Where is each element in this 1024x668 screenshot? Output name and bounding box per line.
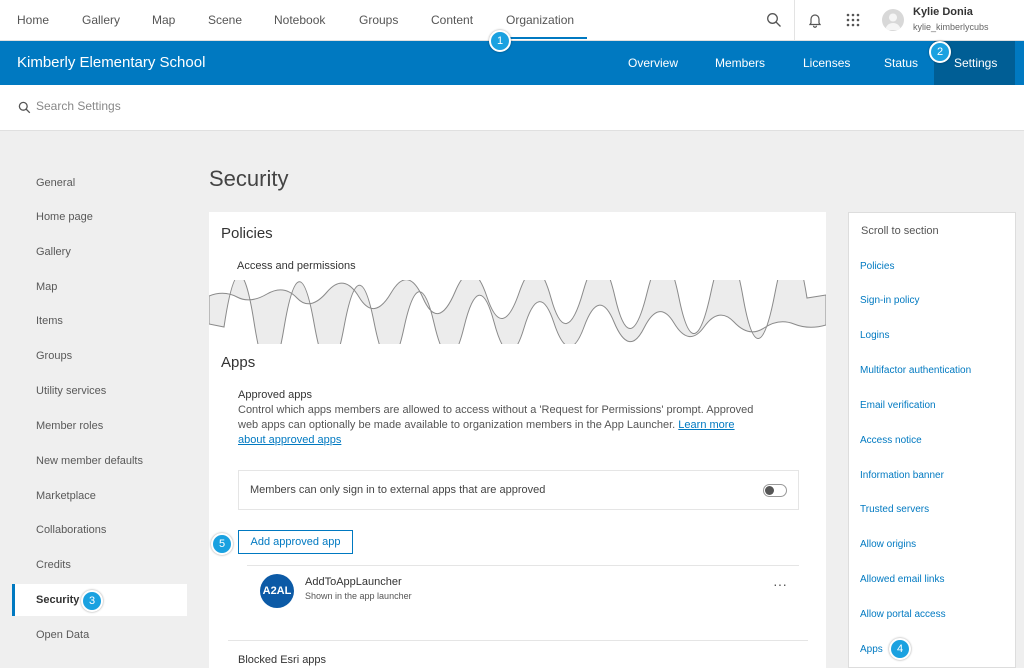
- approved-apps-description-text: Control which apps members are allowed t…: [238, 404, 754, 431]
- tab-overview[interactable]: Overview: [628, 41, 678, 85]
- sidebar-item-groups[interactable]: Groups: [12, 340, 187, 372]
- approved-apps-only-toggle[interactable]: [763, 484, 787, 497]
- scroll-link-allowed-email-links[interactable]: Allowed email links: [860, 574, 944, 585]
- sidebar-item-items[interactable]: Items: [12, 305, 187, 337]
- scroll-link-allow-origins[interactable]: Allow origins: [860, 539, 916, 550]
- callout-badge-2: 2: [929, 41, 951, 63]
- sidebar-item-home-page[interactable]: Home page: [12, 201, 187, 233]
- sidebar-item-marketplace[interactable]: Marketplace: [12, 480, 187, 512]
- callout-badge-3: 3: [81, 590, 103, 612]
- search-settings-icon: [18, 101, 31, 119]
- scroll-link-information-banner[interactable]: Information banner: [860, 470, 944, 481]
- policies-heading: Policies: [221, 225, 273, 242]
- bell-icon[interactable]: [804, 0, 826, 40]
- sidebar-item-map[interactable]: Map: [12, 271, 187, 303]
- more-options-icon[interactable]: ···: [773, 576, 787, 592]
- scroll-link-policies[interactable]: Policies: [860, 261, 894, 272]
- tab-status[interactable]: Status: [884, 41, 918, 85]
- nav-scene[interactable]: Scene: [208, 0, 242, 40]
- scroll-link-trusted-servers[interactable]: Trusted servers: [860, 504, 929, 515]
- tab-licenses[interactable]: Licenses: [803, 41, 850, 85]
- sidebar-item-utility-services[interactable]: Utility services: [12, 375, 187, 407]
- scroll-link-email-verification[interactable]: Email verification: [860, 400, 936, 411]
- scroll-link-multifactor-authentication[interactable]: Multifactor authentication: [860, 365, 971, 376]
- nav-map[interactable]: Map: [152, 0, 175, 40]
- nav-home[interactable]: Home: [17, 0, 49, 40]
- approved-apps-heading: Approved apps: [238, 389, 312, 401]
- sidebar-item-general[interactable]: General: [12, 167, 187, 199]
- sidebar-item-member-roles[interactable]: Member roles: [12, 410, 187, 442]
- top-navigation-bar: Home Gallery Map Scene Notebook Groups C…: [0, 0, 1024, 41]
- security-settings-card: Policies Access and permissions Apps App…: [209, 212, 826, 668]
- sidebar-item-collaborations[interactable]: Collaborations: [12, 514, 187, 546]
- scroll-to-section-heading: Scroll to section: [861, 225, 939, 237]
- app-name: AddToAppLauncher: [305, 576, 402, 588]
- add-approved-app-button[interactable]: Add approved app: [238, 530, 353, 554]
- app-status: Shown in the app launcher: [305, 591, 412, 601]
- approved-apps-only-setting: Members can only sign in to external app…: [238, 470, 799, 510]
- scroll-link-access-notice[interactable]: Access notice: [860, 435, 922, 446]
- torn-edge-divider: [209, 280, 826, 344]
- user-name[interactable]: Kylie Donia: [913, 6, 973, 18]
- organization-title: Kimberly Elementary School: [17, 54, 206, 71]
- organization-header: Kimberly Elementary School Overview Memb…: [0, 41, 1024, 85]
- app-launcher-icon[interactable]: [842, 0, 864, 40]
- app-logo: A2AL: [260, 574, 294, 608]
- scroll-link-sign-in-policy[interactable]: Sign-in policy: [860, 295, 919, 306]
- nav-organization[interactable]: Organization: [506, 0, 574, 40]
- approved-apps-description: Control which apps members are allowed t…: [238, 403, 758, 448]
- search-icon[interactable]: [762, 0, 786, 40]
- callout-badge-1: 1: [489, 30, 511, 52]
- blocked-esri-apps-heading: Blocked Esri apps: [238, 654, 327, 666]
- nav-notebook[interactable]: Notebook: [274, 0, 325, 40]
- page-title: Security: [209, 166, 289, 191]
- callout-badge-5: 5: [211, 533, 233, 555]
- scroll-link-logins[interactable]: Logins: [860, 330, 889, 341]
- sidebar-item-credits[interactable]: Credits: [12, 549, 187, 581]
- apps-heading: Apps: [221, 354, 256, 371]
- tab-members[interactable]: Members: [715, 41, 765, 85]
- callout-badge-4: 4: [889, 638, 911, 660]
- scroll-link-allow-portal-access[interactable]: Allow portal access: [860, 609, 946, 620]
- nav-gallery[interactable]: Gallery: [82, 0, 120, 40]
- toggle-knob: [765, 486, 774, 495]
- access-permissions-heading: Access and permissions: [237, 260, 356, 272]
- nav-content[interactable]: Content: [431, 0, 473, 40]
- nav-separator: [794, 0, 795, 40]
- scroll-to-section-panel: Scroll to section Policies Sign-in polic…: [848, 212, 1016, 668]
- approved-apps-only-label: Members can only sign in to external app…: [250, 484, 546, 496]
- section-divider: [228, 640, 808, 641]
- nav-groups[interactable]: Groups: [359, 0, 398, 40]
- sidebar-item-new-member-defaults[interactable]: New member defaults: [12, 445, 187, 477]
- search-settings-input[interactable]: [36, 99, 336, 113]
- approved-app-row: A2AL AddToAppLauncher Shown in the app l…: [247, 565, 799, 613]
- avatar[interactable]: [882, 9, 904, 31]
- sidebar-item-open-data[interactable]: Open Data: [12, 619, 187, 651]
- settings-search-bar: [0, 85, 1024, 131]
- user-username[interactable]: kylie_kimberlycubs: [913, 22, 989, 32]
- sidebar-item-gallery[interactable]: Gallery: [12, 236, 187, 268]
- scroll-link-apps[interactable]: Apps: [860, 644, 883, 655]
